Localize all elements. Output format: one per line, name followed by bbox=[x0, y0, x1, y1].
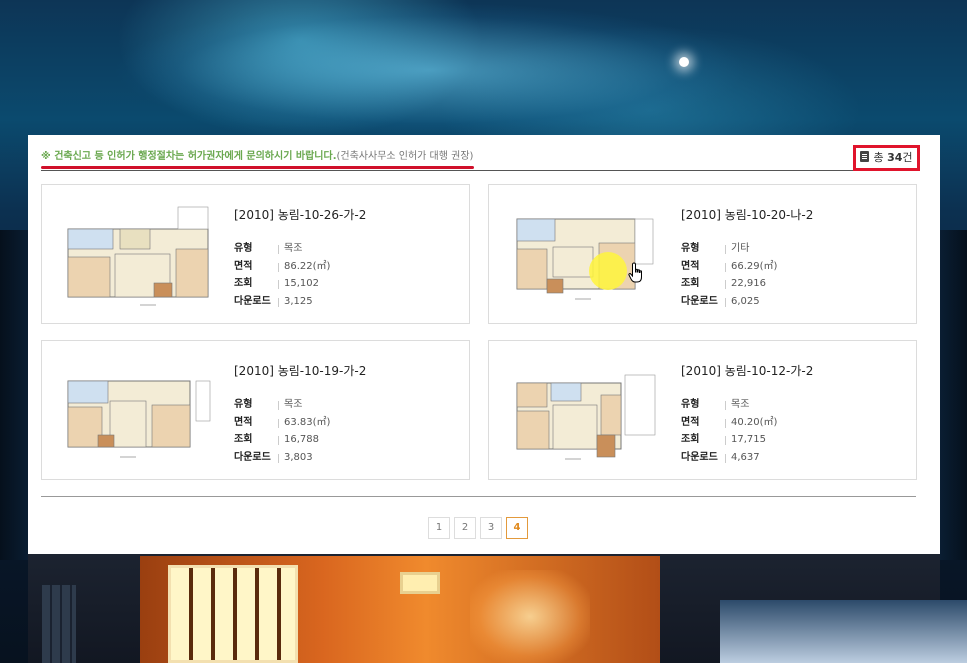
views-value: 16,788 bbox=[284, 434, 319, 445]
tree-silhouette-right bbox=[939, 230, 967, 560]
page-3-button[interactable]: 3 bbox=[480, 517, 502, 539]
hand-cursor-icon bbox=[628, 262, 642, 283]
area-value: 40.20(㎡) bbox=[731, 416, 778, 428]
snow-ground bbox=[720, 600, 967, 663]
views-label: 조회 bbox=[681, 431, 727, 449]
area-label: 면적 bbox=[681, 414, 727, 432]
listing-panel: ※ 건축신고 등 인허가 행정절차는 허가권자에게 문의하시기 바랍니다.(건축… bbox=[28, 135, 940, 554]
listing-info: 유형 목조 면적 63.83(㎡) 조회 16,788 다운로드 3,803 bbox=[234, 396, 330, 466]
listing-info: 유형 기타 면적 66.29(㎡) 조회 22,916 다운로드 6,025 bbox=[681, 240, 777, 310]
downloads-value: 3,125 bbox=[284, 295, 313, 307]
page-1-button[interactable]: 1 bbox=[428, 517, 450, 539]
type-label: 유형 bbox=[681, 396, 727, 414]
area-label: 면적 bbox=[234, 414, 280, 432]
notice-highlight-underline bbox=[41, 166, 474, 169]
area-value: 66.29(㎡) bbox=[731, 260, 778, 272]
total-count-badge: 총 34건 bbox=[853, 145, 920, 171]
floor-plan-thumbnail[interactable] bbox=[60, 355, 220, 467]
type-value: 목조 bbox=[284, 243, 303, 254]
type-value: 기타 bbox=[731, 243, 750, 254]
type-value: 목조 bbox=[284, 399, 303, 410]
downloads-label: 다운로드 bbox=[234, 293, 280, 311]
listing-card[interactable]: [2010] 농림-10-26-가-2 유형 목조 면적 86.22(㎡) 조회 15… bbox=[41, 184, 470, 324]
listing-card[interactable]: [2010] 농림-10-12-가-2 유형 목조 면적 40.20(㎡) 조회 17… bbox=[488, 340, 917, 480]
cabin-window-small bbox=[400, 572, 440, 594]
views-value: 15,102 bbox=[284, 278, 319, 289]
notice-text: ※ 건축신고 등 인허가 행정절차는 허가권자에게 문의하시기 바랍니다.(건축… bbox=[41, 150, 473, 164]
listing-title[interactable]: [2010] 농림-10-26-가-2 bbox=[234, 206, 366, 223]
total-count: 34 bbox=[887, 151, 903, 164]
star bbox=[679, 57, 689, 67]
page-2-button[interactable]: 2 bbox=[454, 517, 476, 539]
listing-info: 유형 목조 면적 86.22(㎡) 조회 15,102 다운로드 3,125 bbox=[234, 240, 330, 310]
downloads-label: 다운로드 bbox=[681, 449, 727, 467]
floor-plan-thumbnail[interactable] bbox=[507, 199, 667, 311]
type-label: 유형 bbox=[681, 240, 727, 258]
floor-plan-thumbnail[interactable] bbox=[507, 355, 667, 467]
listing-card[interactable]: [2010] 농림-10-20-나-2 유형 기타 면적 66.29(㎡) 조회 22… bbox=[488, 184, 917, 324]
people-glow bbox=[470, 570, 590, 663]
floor-plan-thumbnail[interactable] bbox=[60, 199, 220, 311]
divider bbox=[41, 496, 916, 497]
listing-title[interactable]: [2010] 농림-10-20-나-2 bbox=[681, 206, 813, 223]
listing-card[interactable]: [2010] 농림-10-19-가-2 유형 목조 면적 63.83(㎡) 조회 16… bbox=[41, 340, 470, 480]
pagination: 1 2 3 4 bbox=[428, 517, 528, 539]
listing-title[interactable]: [2010] 농림-10-19-가-2 bbox=[234, 362, 366, 379]
downloads-label: 다운로드 bbox=[234, 449, 280, 467]
views-label: 조회 bbox=[234, 275, 280, 293]
listing-title[interactable]: [2010] 농림-10-12-가-2 bbox=[681, 362, 813, 379]
listing-info: 유형 목조 면적 40.20(㎡) 조회 17,715 다운로드 4,637 bbox=[681, 396, 777, 466]
downloads-value: 4,637 bbox=[731, 451, 760, 463]
type-label: 유형 bbox=[234, 240, 280, 258]
views-value: 17,715 bbox=[731, 434, 766, 445]
cabin-window bbox=[168, 565, 298, 663]
total-suffix: 건 bbox=[902, 151, 913, 164]
cursor-highlight bbox=[589, 252, 627, 290]
page-4-button[interactable]: 4 bbox=[506, 517, 528, 539]
notice-bar: ※ 건축신고 등 인허가 행정절차는 허가권자에게 문의하시기 바랍니다.(건축… bbox=[41, 145, 920, 171]
total-prefix: 총 bbox=[873, 151, 884, 164]
area-label: 면적 bbox=[234, 258, 280, 276]
downloads-value: 6,025 bbox=[731, 295, 760, 307]
notice-main: ※ 건축신고 등 인허가 행정절차는 허가권자에게 문의하시기 바랍니다. bbox=[41, 151, 337, 162]
downloads-label: 다운로드 bbox=[681, 293, 727, 311]
area-label: 면적 bbox=[681, 258, 727, 276]
cabin-window-left bbox=[42, 585, 76, 663]
views-label: 조회 bbox=[681, 275, 727, 293]
type-label: 유형 bbox=[234, 396, 280, 414]
type-value: 목조 bbox=[731, 399, 750, 410]
area-value: 86.22(㎡) bbox=[284, 260, 331, 272]
tree-silhouette-left bbox=[0, 230, 30, 560]
views-value: 22,916 bbox=[731, 278, 766, 289]
downloads-value: 3,803 bbox=[284, 451, 313, 463]
notice-sub: (건축사사무소 인허가 대행 권장) bbox=[336, 151, 474, 162]
views-label: 조회 bbox=[234, 431, 280, 449]
area-value: 63.83(㎡) bbox=[284, 416, 331, 428]
document-icon bbox=[860, 151, 870, 162]
